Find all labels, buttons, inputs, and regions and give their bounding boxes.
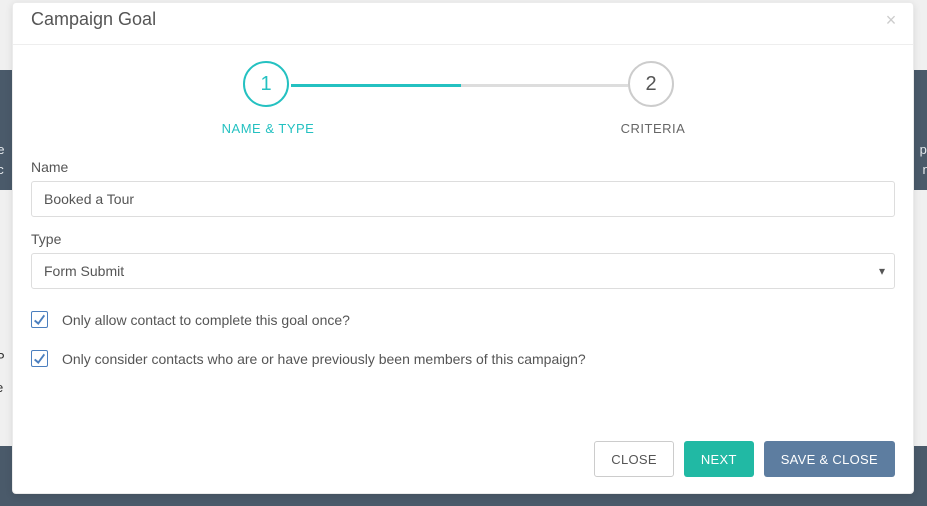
background-text-left: ne ac [0, 140, 4, 179]
name-input[interactable] [31, 181, 895, 217]
step-2-label: CRITERIA [603, 121, 703, 136]
checkbox-complete-once[interactable] [31, 311, 48, 328]
type-label: Type [31, 231, 895, 247]
background-row-p: P [0, 350, 5, 365]
checkbox-members-only-label: Only consider contacts who are or have p… [62, 351, 586, 367]
next-button[interactable]: NEXT [684, 441, 754, 477]
step-1-label: NAME & TYPE [203, 121, 333, 136]
close-button[interactable]: CLOSE [594, 441, 674, 477]
checkbox-complete-once-label: Only allow contact to complete this goal… [62, 312, 350, 328]
checkbox-row-members: Only consider contacts who are or have p… [31, 350, 895, 367]
stepper: 1 2 NAME & TYPE CRITERIA [13, 45, 913, 155]
campaign-goal-modal: Campaign Goal × 1 2 NAME & TYPE CRITERIA… [12, 2, 914, 494]
stepper-line-inactive [461, 84, 628, 87]
checkbox-row-once: Only allow contact to complete this goal… [31, 311, 895, 328]
type-select[interactable]: Form Submit [31, 253, 895, 289]
save-close-button[interactable]: SAVE & CLOSE [764, 441, 895, 477]
background-text-right: pla ne [920, 140, 927, 179]
background-row-e: e [0, 380, 3, 395]
type-select-wrap: Form Submit ▾ [31, 253, 895, 289]
step-2-circle[interactable]: 2 [628, 61, 674, 107]
modal-footer: CLOSE NEXT SAVE & CLOSE [13, 425, 913, 493]
modal-body: Name Type Form Submit ▾ Only allow conta… [13, 155, 913, 385]
name-label: Name [31, 159, 895, 175]
modal-header: Campaign Goal × [13, 3, 913, 45]
step-1-circle[interactable]: 1 [243, 61, 289, 107]
modal-title: Campaign Goal [31, 9, 895, 30]
checkbox-members-only[interactable] [31, 350, 48, 367]
stepper-line-active [291, 84, 461, 87]
close-icon[interactable]: × [881, 11, 901, 31]
